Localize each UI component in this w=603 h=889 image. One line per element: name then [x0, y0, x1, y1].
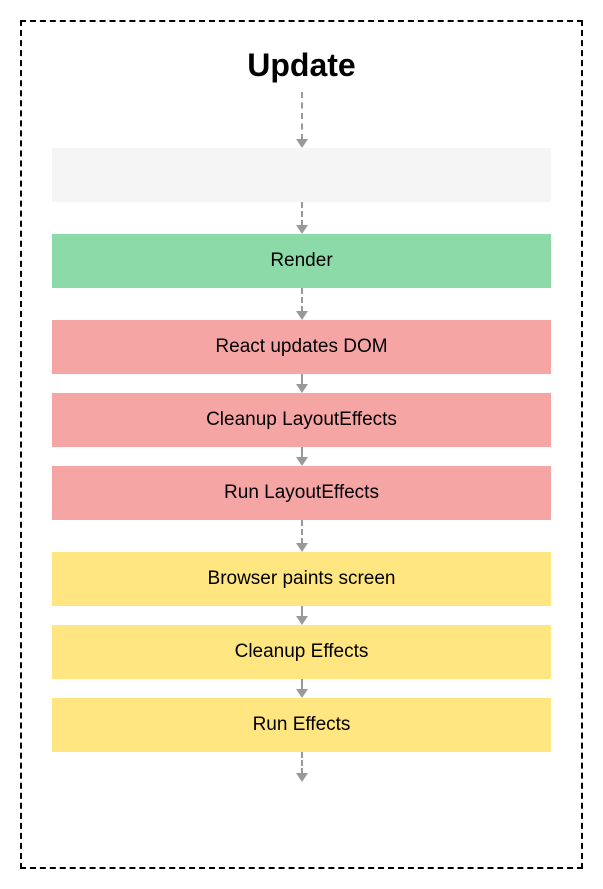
step-browser-paints-screen: Browser paints screen — [52, 552, 551, 606]
step-react-updates-dom: React updates DOM — [52, 320, 551, 374]
step-label: Cleanup LayoutEffects — [206, 409, 397, 431]
step-label: React updates DOM — [215, 336, 387, 358]
diagram-title: Update — [52, 47, 551, 84]
step-run-effects: Run Effects — [52, 698, 551, 752]
step-label: Render — [270, 250, 332, 272]
step-label: Run Effects — [253, 714, 351, 736]
arrow-icon — [296, 752, 308, 782]
arrow-icon — [296, 92, 308, 148]
step-label: Run LayoutEffects — [224, 482, 379, 504]
step-cleanup-layouteffects: Cleanup LayoutEffects — [52, 393, 551, 447]
step-empty — [52, 148, 551, 202]
arrow-icon — [296, 374, 308, 393]
arrow-icon — [296, 447, 308, 466]
diagram-container: Update Render React updates DOM — [20, 20, 583, 869]
step-cleanup-effects: Cleanup Effects — [52, 625, 551, 679]
arrow-icon — [296, 288, 308, 320]
step-label: Cleanup Effects — [235, 641, 369, 663]
arrow-icon — [296, 202, 308, 234]
step-run-layouteffects: Run LayoutEffects — [52, 466, 551, 520]
step-render: Render — [52, 234, 551, 288]
arrow-icon — [296, 606, 308, 625]
steps-wrapper: Render React updates DOM Cleanup LayoutE… — [52, 92, 551, 782]
arrow-icon — [296, 520, 308, 552]
step-label: Browser paints screen — [208, 568, 396, 590]
arrow-icon — [296, 679, 308, 698]
